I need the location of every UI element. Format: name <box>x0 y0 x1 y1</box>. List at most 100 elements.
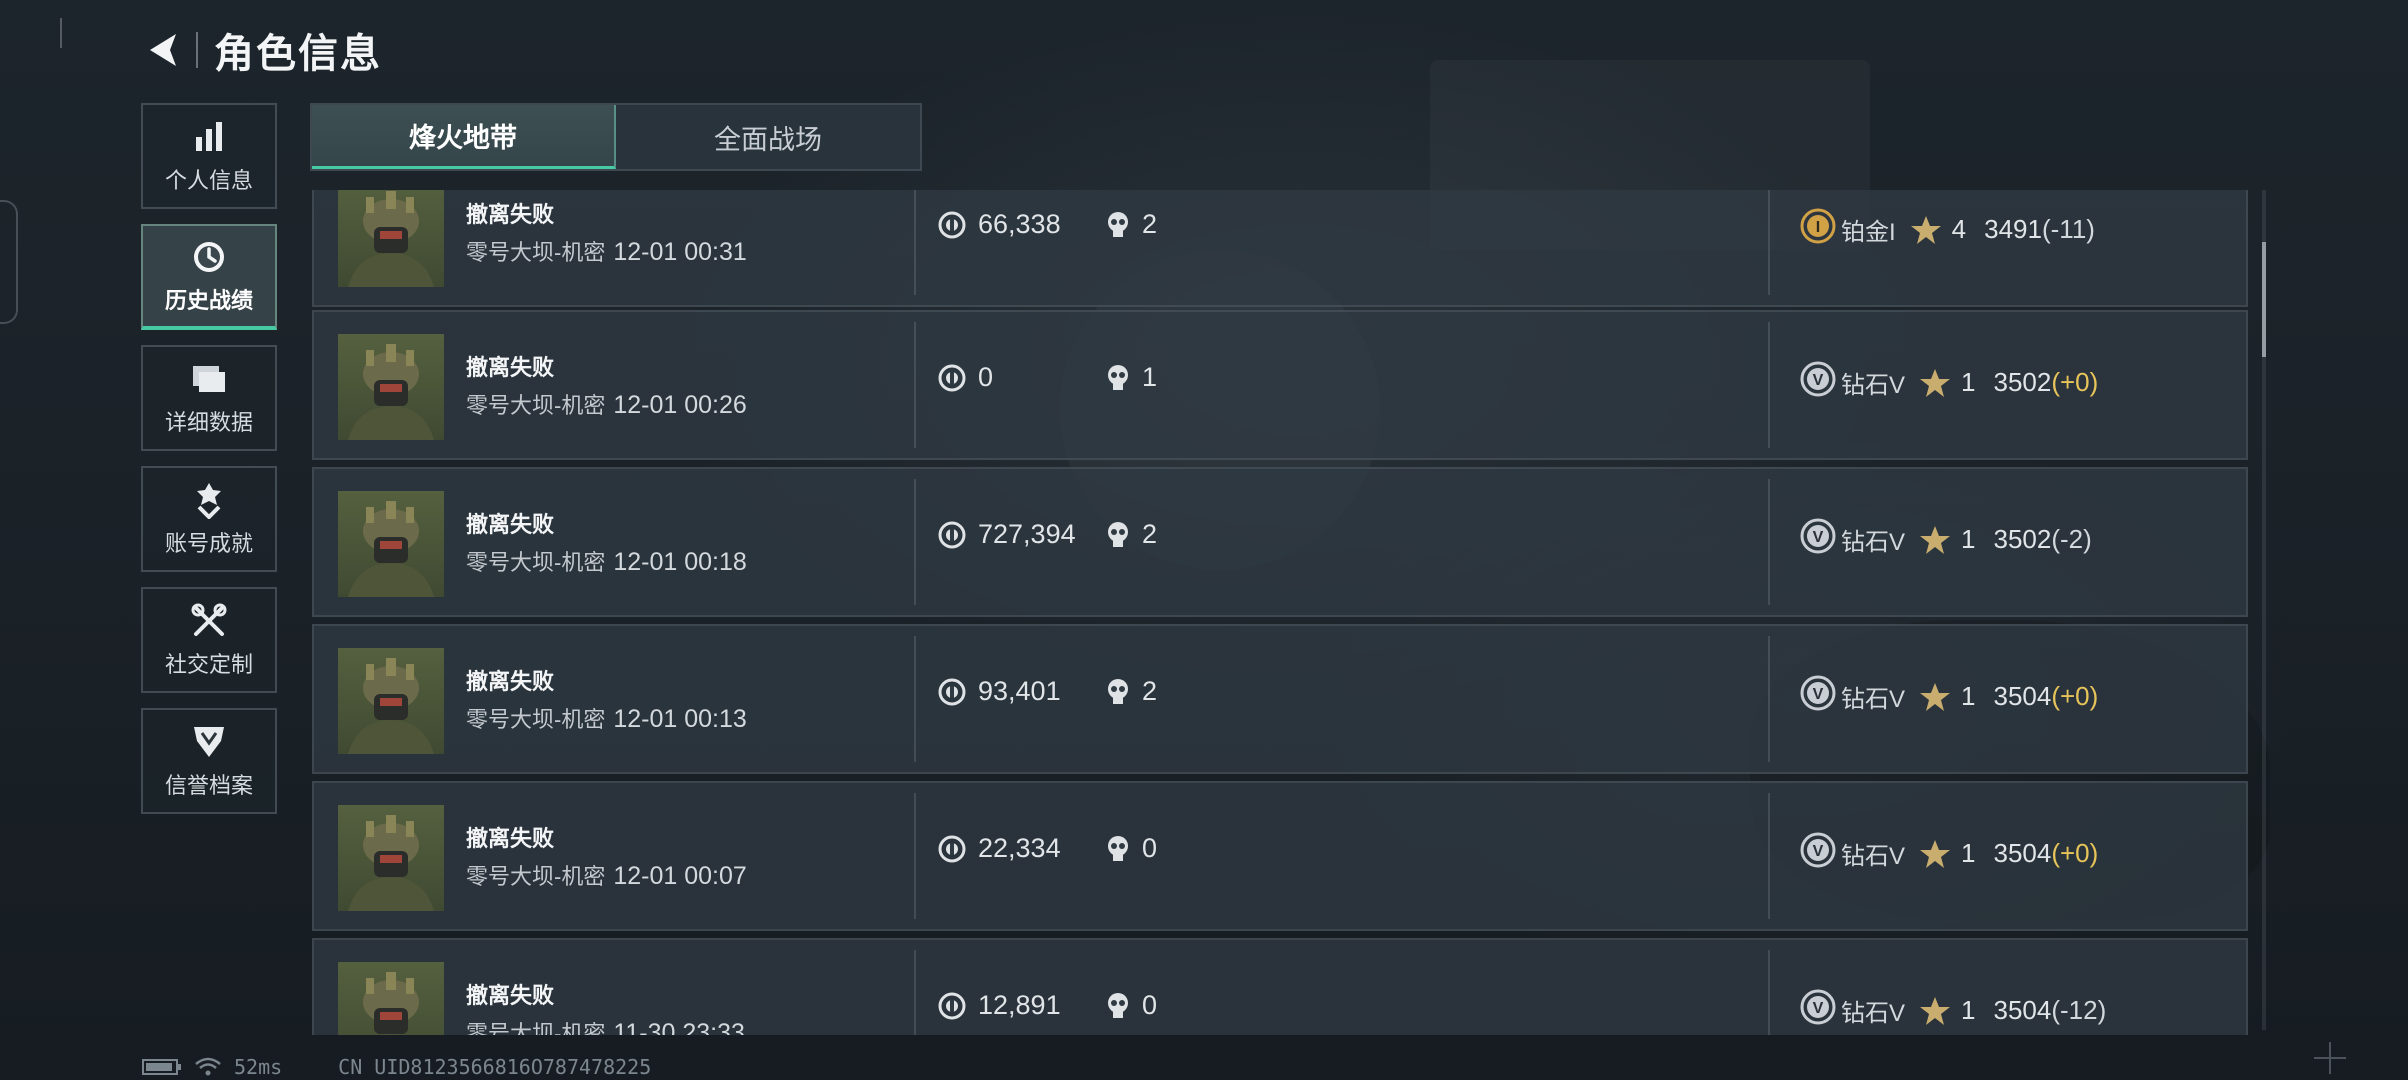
nav-item-achievements[interactable]: 账号成就 <box>141 466 277 572</box>
tab-hazard-zone[interactable]: 烽火地带 <box>312 105 616 169</box>
rank-info: V 钻石V 1 3502 (-2) <box>1799 517 2092 562</box>
operator-avatar <box>338 962 444 1035</box>
shield-icon <box>190 722 228 762</box>
match-time: 12-01 00:07 <box>613 862 747 890</box>
match-row[interactable]: 撤离失败 零号大坝-机密 12-01 00:18 727,394 2 V 钻石V … <box>312 467 2248 617</box>
loot-value: 12,891 <box>938 990 1061 1021</box>
match-row[interactable]: 撤离失败 零号大坝-机密 12-01 00:26 0 1 V 钻石V 1 3502… <box>312 310 2248 460</box>
loot-value-text: 22,334 <box>978 833 1061 863</box>
nav-item-credit-record[interactable]: 信誉档案 <box>141 708 277 814</box>
match-time: 12-01 00:26 <box>613 391 747 419</box>
star-count: 1 <box>1961 367 1976 397</box>
rank-info: V 钻石V 1 3504 (-12) <box>1799 988 2106 1033</box>
wrench-icon <box>190 601 228 641</box>
rank-score: 3502 <box>1993 524 2052 554</box>
star-icon <box>1919 838 1951 870</box>
page-title: 角色信息 <box>214 32 382 76</box>
nav-label: 社交定制 <box>164 652 253 677</box>
match-map-info: 零号大坝-机密 12-01 00:07 <box>466 859 747 891</box>
divider <box>914 322 916 448</box>
coin-icon <box>938 678 966 706</box>
divider <box>1768 322 1770 448</box>
score-delta: (+0) <box>2051 838 2099 868</box>
star-icon <box>1919 524 1951 556</box>
header-divider <box>196 32 198 68</box>
svg-text:V: V <box>1813 1000 1824 1017</box>
match-row[interactable]: 撤离失败 零号大坝-机密 12-01 00:31 66,338 2 I 铂金I 4… <box>312 190 2248 307</box>
star-icon <box>1919 681 1951 713</box>
match-time: 12-01 00:31 <box>613 238 747 266</box>
battery-icon <box>142 1058 182 1076</box>
header: 角色信息 <box>140 22 382 78</box>
match-map-info: 零号大坝-机密 12-01 00:18 <box>466 545 747 577</box>
nav-item-personal-info[interactable]: 个人信息 <box>141 103 277 209</box>
match-result: 撤离失败 <box>466 983 555 1008</box>
nav-label: 历史战绩 <box>164 288 253 313</box>
kill-count-text: 0 <box>1142 990 1158 1020</box>
match-row[interactable]: 撤离失败 零号大坝-机密 12-01 00:07 22,334 0 V 钻石V 1… <box>312 781 2248 931</box>
nav-label: 详细数据 <box>164 410 253 435</box>
status-bar: 52ms CN UID8123566816O787478225 <box>142 1055 651 1079</box>
svg-text:V: V <box>1813 686 1824 703</box>
rank-score: 3502 <box>1993 367 2052 397</box>
rank-badge-icon: V <box>1799 674 1837 719</box>
star-icon <box>1910 214 1942 246</box>
svg-text:I: I <box>1816 219 1820 236</box>
skull-icon <box>1106 992 1130 1020</box>
match-map-info: 零号大坝-机密 12-01 00:31 <box>466 235 747 267</box>
rank-info: I 铂金I 4 3491 (-11) <box>1799 207 2095 252</box>
map-name: 零号大坝-机密 <box>466 550 606 575</box>
back-button[interactable] <box>140 26 188 74</box>
coin-icon <box>938 521 966 549</box>
map-name: 零号大坝-机密 <box>466 1021 606 1035</box>
divider <box>914 479 916 605</box>
rank-badge-icon: V <box>1799 831 1837 876</box>
loot-value-text: 93,401 <box>978 676 1061 706</box>
scrollbar-thumb[interactable] <box>2262 242 2266 357</box>
player-uid: CN UID8123566816O787478225 <box>338 1055 652 1079</box>
kill-count-text: 2 <box>1142 519 1158 549</box>
divider <box>914 950 916 1035</box>
skull-icon <box>1106 521 1130 549</box>
match-result: 撤离失败 <box>466 669 555 694</box>
nav-item-social-custom[interactable]: 社交定制 <box>141 587 277 693</box>
score-delta: (-11) <box>2041 214 2095 244</box>
map-name: 零号大坝-机密 <box>466 707 606 732</box>
match-row[interactable]: 撤离失败 零号大坝-机密 11-30 23:33 12,891 0 V 钻石V 1… <box>312 938 2248 1035</box>
nav-item-detailed-data[interactable]: 详细数据 <box>141 345 277 451</box>
kill-count: 1 <box>1106 362 1157 393</box>
map-name: 零号大坝-机密 <box>466 864 606 889</box>
rank-name: 钻石V <box>1841 372 1906 399</box>
folder-icon <box>190 359 228 399</box>
loot-value: 93,401 <box>938 676 1061 707</box>
star-count: 1 <box>1961 681 1976 711</box>
divider <box>1768 190 1770 295</box>
rank-badge-icon: V <box>1799 517 1837 562</box>
star-count: 1 <box>1961 838 1976 868</box>
divider <box>60 18 62 48</box>
score-delta: (+0) <box>2051 367 2099 397</box>
match-map-info: 零号大坝-机密 12-01 00:26 <box>466 388 747 420</box>
tab-all-out-warfare[interactable]: 全面战场 <box>616 105 920 169</box>
star-count: 4 <box>1951 214 1967 244</box>
nav-item-match-history[interactable]: 历史战绩 <box>141 224 277 330</box>
divider <box>914 636 916 762</box>
match-result: 撤离失败 <box>466 202 555 227</box>
kill-count-text: 2 <box>1142 676 1158 706</box>
kill-count: 2 <box>1106 676 1157 707</box>
map-name: 零号大坝-机密 <box>466 240 606 265</box>
match-row[interactable]: 撤离失败 零号大坝-机密 12-01 00:13 93,401 2 V 钻石V 1… <box>312 624 2248 774</box>
loot-value-text: 0 <box>978 362 994 392</box>
operator-avatar <box>338 190 444 287</box>
clock-icon <box>190 237 228 277</box>
kill-count-text: 0 <box>1142 833 1158 863</box>
loot-value: 0 <box>938 362 993 393</box>
match-result: 撤离失败 <box>466 826 555 851</box>
divider <box>1768 950 1770 1035</box>
operator-avatar <box>338 491 444 597</box>
ping-value: 52ms <box>234 1055 283 1079</box>
kill-count: 0 <box>1106 990 1157 1021</box>
svg-text:V: V <box>1813 843 1824 860</box>
nav-label: 账号成就 <box>164 531 253 556</box>
crosshair-icon <box>2314 1042 2346 1074</box>
